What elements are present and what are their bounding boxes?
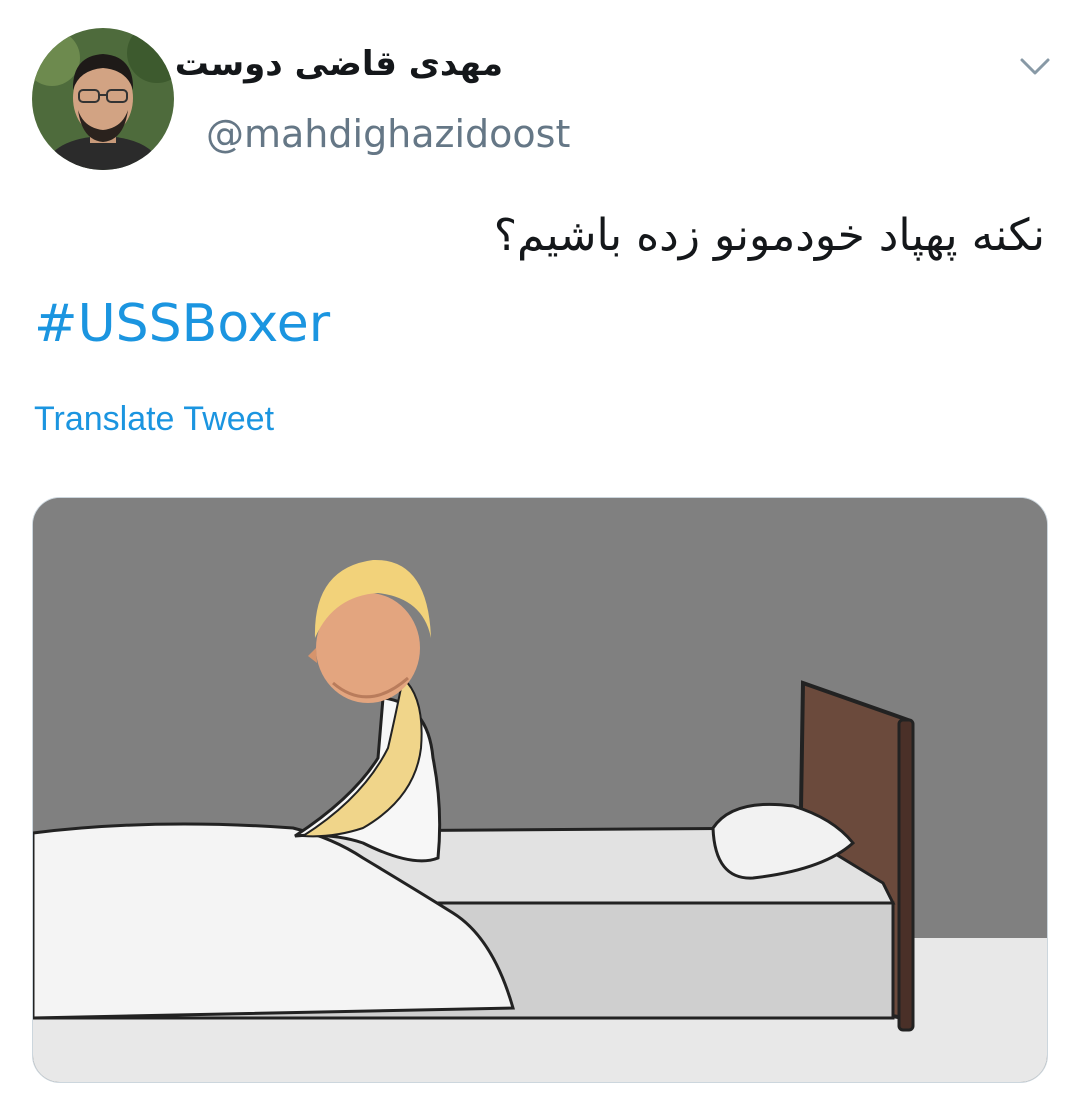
tweet-text: نکنه پهپاد خودمونو زده باشیم؟ (493, 210, 1045, 261)
tweet-media-image[interactable] (32, 497, 1048, 1083)
user-handle[interactable]: @mahdighazidoost (206, 112, 570, 156)
chevron-down-icon (1020, 58, 1050, 75)
tweet-menu-button[interactable] (1016, 52, 1054, 82)
translate-tweet-link[interactable]: Translate Tweet (34, 400, 274, 439)
profile-photo-icon (32, 28, 174, 170)
hashtag-link[interactable]: #USSBoxer (34, 294, 330, 354)
display-name[interactable]: مهدی قاضی دوست (175, 44, 503, 84)
avatar[interactable] (32, 28, 174, 170)
meme-cartoon-image (33, 498, 1047, 1082)
